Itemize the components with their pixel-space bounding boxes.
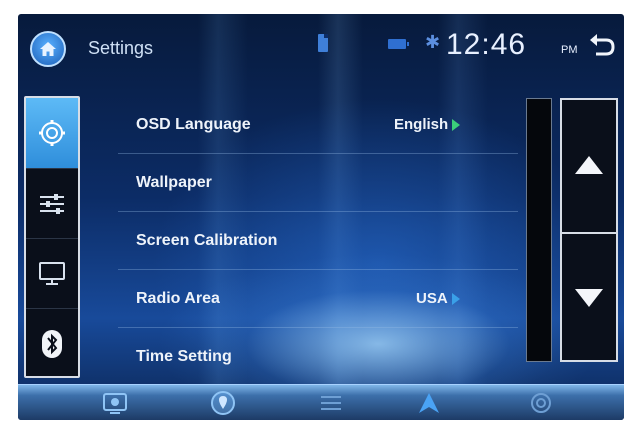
clock-time: 12:46	[446, 28, 527, 61]
navigation-pin-icon	[211, 391, 235, 415]
dock-navigate-button[interactable]	[414, 389, 444, 417]
bluetooth-icon	[42, 329, 62, 358]
head-unit-screen: Settings ✱ 12:46 PM OSD Language English…	[18, 14, 624, 420]
gear-icon	[39, 120, 65, 146]
dock-navigation-button[interactable]	[208, 389, 238, 417]
sidebar-item-audio[interactable]	[26, 168, 78, 238]
menu-item-osd-language[interactable]: OSD Language English	[118, 96, 518, 154]
sidebar-item-general[interactable]	[26, 98, 78, 168]
dock-equalizer-button[interactable]	[316, 389, 346, 417]
equalizer-icon	[40, 193, 64, 214]
battery-icon	[388, 39, 409, 49]
dock-settings-button[interactable]	[526, 389, 556, 417]
scrollbar-track[interactable]	[526, 98, 552, 362]
menu-item-radio-area[interactable]: Radio Area USA	[118, 270, 518, 328]
menu-item-screen-calibration[interactable]: Screen Calibration	[118, 212, 518, 270]
menu-item-label: OSD Language	[136, 115, 251, 133]
settings-menu-list: OSD Language English Wallpaper Screen Ca…	[118, 96, 518, 386]
scroll-arrow-panel	[560, 98, 618, 362]
chevron-right-icon	[451, 293, 460, 306]
monitor-icon	[39, 261, 65, 285]
media-icon	[103, 393, 127, 414]
menu-item-value: English	[394, 116, 461, 133]
clock-ampm: PM	[561, 44, 578, 56]
menu-item-label: Radio Area	[136, 289, 220, 307]
page-title: Settings	[88, 38, 154, 58]
scroll-down-button[interactable]	[562, 232, 616, 362]
bluetooth-status-icon: ✱	[425, 32, 441, 52]
dock-media-button[interactable]	[100, 389, 130, 417]
sidebar-item-display[interactable]	[26, 238, 78, 308]
menu-item-wallpaper[interactable]: Wallpaper	[118, 154, 518, 212]
back-button[interactable]	[586, 30, 618, 62]
menu-item-label: Screen Calibration	[136, 231, 278, 249]
status-header: Settings ✱ 12:46 PM	[18, 14, 624, 84]
menu-item-label: Time Setting	[136, 348, 232, 365]
sidebar-item-bluetooth[interactable]	[26, 308, 78, 378]
menu-item-time-setting[interactable]: Time Setting	[118, 328, 518, 386]
navigate-arrow-icon	[419, 393, 439, 413]
settings-icon	[531, 393, 551, 413]
settings-category-sidebar	[24, 96, 80, 378]
arrow-up-icon	[575, 156, 603, 174]
menu-item-label: Wallpaper	[136, 173, 212, 191]
home-icon	[40, 42, 56, 56]
document-icon	[318, 34, 328, 52]
arrow-down-icon	[575, 289, 603, 307]
chevron-right-icon	[452, 119, 461, 132]
bottom-dock	[18, 384, 624, 420]
back-icon	[590, 34, 615, 56]
home-button[interactable]	[30, 31, 66, 67]
equalizer-icon	[321, 396, 341, 410]
menu-item-value: USA	[416, 290, 460, 307]
scroll-up-button[interactable]	[562, 100, 616, 230]
